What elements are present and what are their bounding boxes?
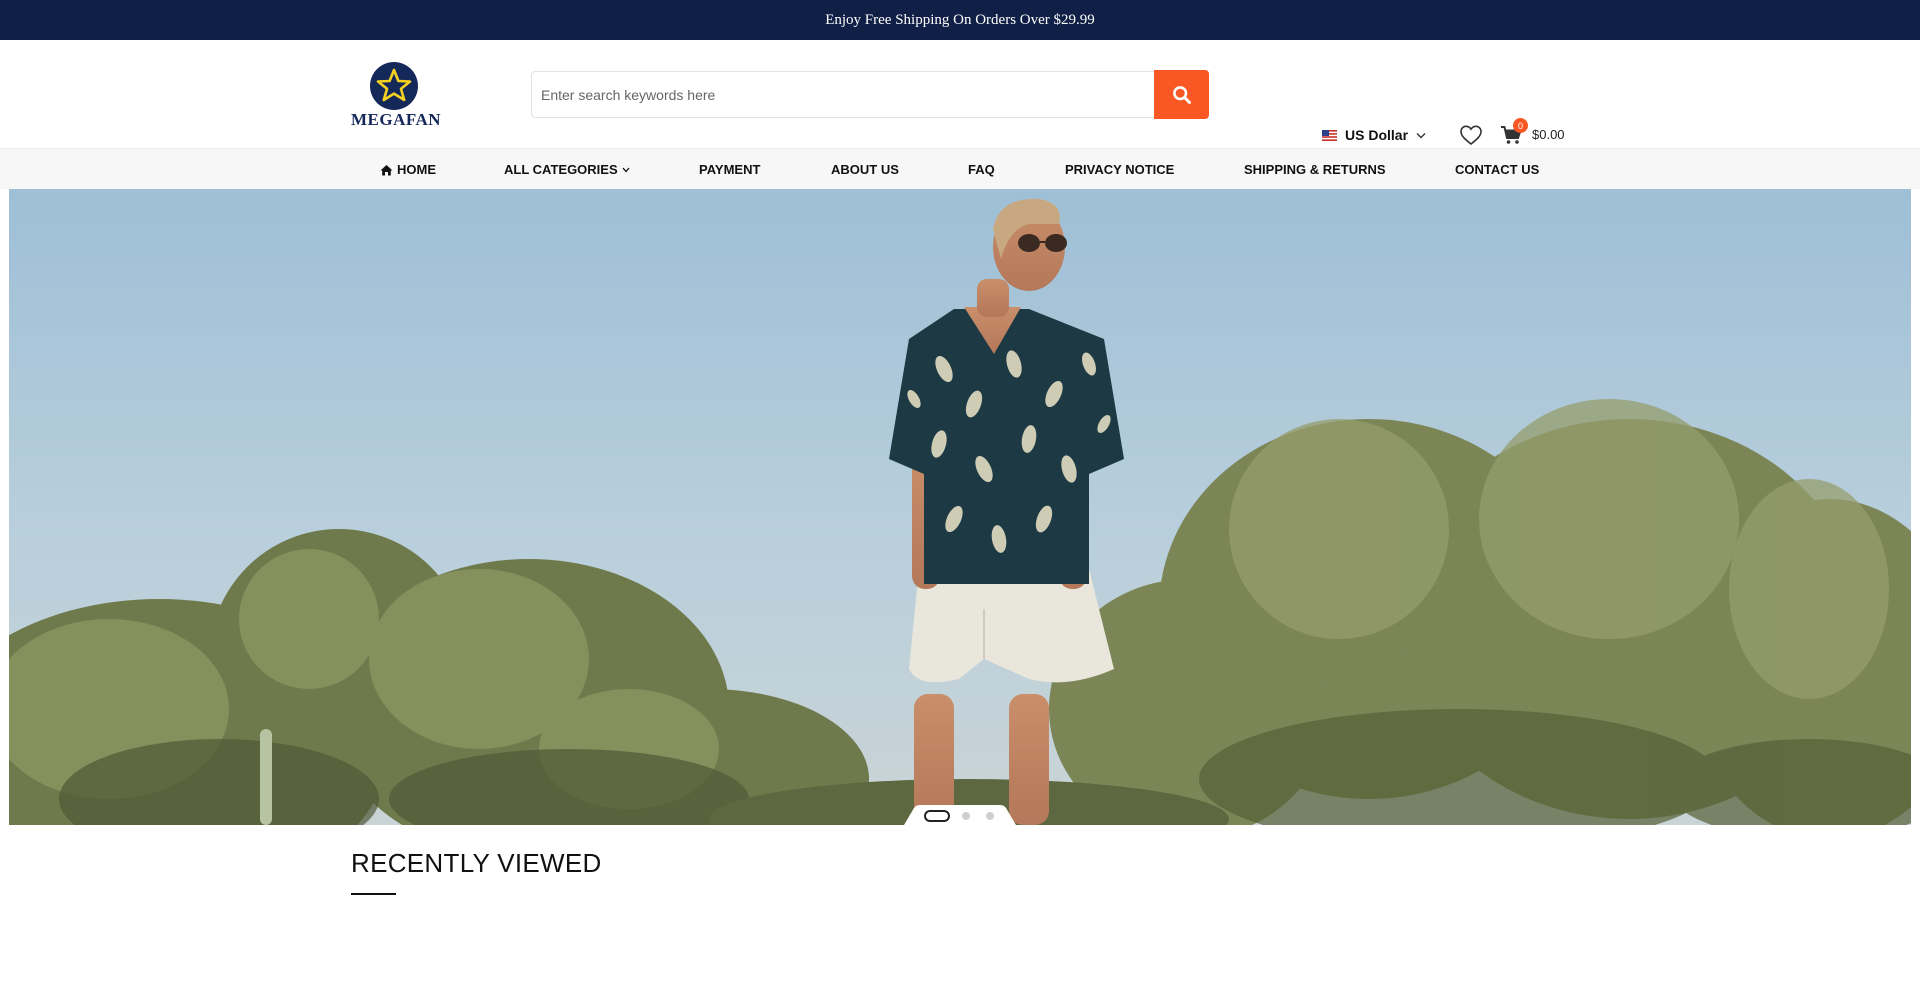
nav-about-us[interactable]: ABOUT US (831, 149, 899, 190)
search-icon (1172, 85, 1191, 104)
brand-name: MEGAFAN (350, 110, 442, 129)
nav-categories-label: ALL CATEGORIES (504, 162, 618, 177)
search-bar (531, 70, 1209, 119)
currency-label: US Dollar (1345, 127, 1409, 143)
site-logo[interactable]: MEGAFAN (349, 60, 443, 130)
nav-home[interactable]: HOME (380, 149, 436, 190)
hero-banner-slide[interactable] (9, 189, 1911, 825)
slider-dot-3[interactable] (986, 812, 994, 820)
section-title-underline (351, 893, 396, 895)
nav-payment[interactable]: PAYMENT (699, 149, 760, 190)
currency-selector[interactable]: US Dollar (1322, 126, 1426, 144)
slider-pagination-tab (904, 805, 1016, 825)
nav-all-categories[interactable]: ALL CATEGORIES (504, 149, 630, 190)
recently-viewed-title: RECENTLY VIEWED (351, 848, 602, 878)
chevron-down-icon (1416, 132, 1426, 138)
slider-dot-2[interactable] (962, 812, 970, 820)
nav-privacy-notice[interactable]: PRIVACY NOTICE (1065, 149, 1174, 190)
search-button[interactable] (1154, 70, 1209, 119)
home-icon (380, 164, 393, 175)
search-input[interactable] (531, 71, 1154, 118)
announcement-bar: Enjoy Free Shipping On Orders Over $29.9… (0, 0, 1920, 40)
main-navigation: HOME ALL CATEGORIES PAYMENT ABOUT US FAQ… (0, 148, 1920, 189)
announcement-text: Enjoy Free Shipping On Orders Over $29.9… (825, 11, 1095, 28)
chevron-down-icon (622, 167, 630, 172)
cart-total[interactable]: $0.00 (1532, 127, 1565, 142)
heart-icon[interactable] (1459, 124, 1483, 146)
star-emblem-icon (370, 62, 418, 110)
nav-contact-us[interactable]: CONTACT US (1455, 149, 1539, 190)
slider-dot-1[interactable] (924, 810, 950, 822)
nav-home-label: HOME (397, 162, 436, 177)
cart-count-badge: 0 (1513, 118, 1528, 133)
us-flag-icon (1322, 129, 1337, 141)
site-header: MEGAFAN US Dollar 0 (0, 40, 1920, 148)
nav-shipping-returns[interactable]: SHIPPING & RETURNS (1244, 149, 1386, 190)
nav-faq[interactable]: FAQ (968, 149, 995, 190)
hero-image (9, 189, 1911, 825)
